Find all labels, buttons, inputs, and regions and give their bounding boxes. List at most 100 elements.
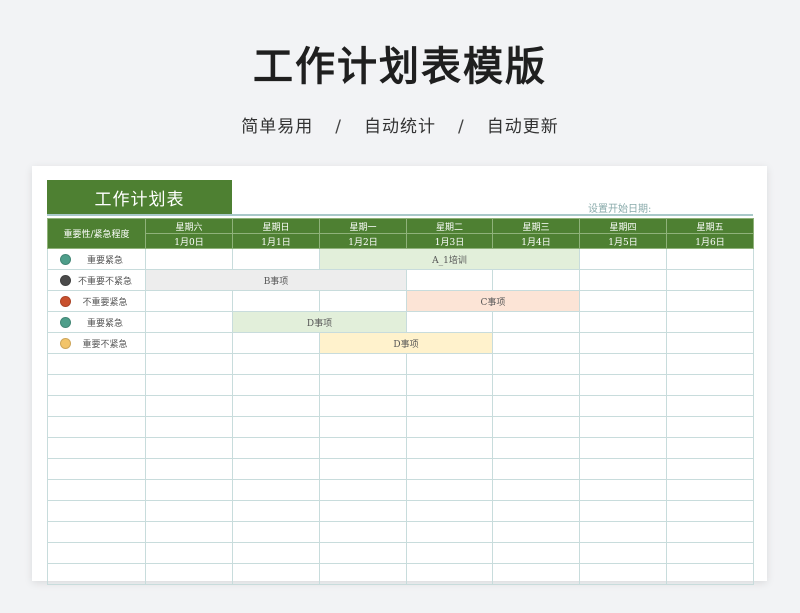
day-cell[interactable] — [666, 500, 754, 522]
day-cell[interactable] — [579, 269, 667, 291]
day-cell[interactable] — [406, 311, 493, 333]
day-cell[interactable] — [666, 437, 754, 459]
day-cell[interactable] — [145, 332, 233, 354]
day-cell[interactable] — [492, 269, 580, 291]
priority-cell[interactable]: 重要紧急 — [47, 311, 146, 333]
day-cell[interactable] — [319, 542, 407, 564]
priority-cell[interactable] — [47, 374, 146, 396]
day-cell[interactable] — [666, 542, 754, 564]
day-cell[interactable] — [145, 395, 233, 417]
day-cell[interactable] — [406, 563, 493, 585]
priority-cell[interactable] — [47, 521, 146, 543]
priority-cell[interactable]: 重要不紧急 — [47, 332, 146, 354]
day-cell[interactable] — [232, 248, 320, 270]
priority-cell[interactable] — [47, 563, 146, 585]
day-cell[interactable] — [319, 500, 407, 522]
priority-cell[interactable] — [47, 353, 146, 375]
priority-cell[interactable] — [47, 395, 146, 417]
day-cell[interactable] — [579, 437, 667, 459]
day-cell[interactable] — [579, 416, 667, 438]
day-cell[interactable] — [579, 458, 667, 480]
day-cell[interactable] — [232, 395, 320, 417]
day-cell[interactable] — [145, 374, 233, 396]
priority-cell[interactable]: 重要紧急 — [47, 248, 146, 270]
priority-cell[interactable]: 不重要紧急 — [47, 290, 146, 312]
day-cell[interactable] — [666, 353, 754, 375]
priority-cell[interactable] — [47, 500, 146, 522]
day-cell[interactable] — [145, 542, 233, 564]
task-bar[interactable]: A_1培训 — [319, 248, 580, 270]
day-cell[interactable] — [406, 542, 493, 564]
day-cell[interactable] — [492, 437, 580, 459]
day-cell[interactable] — [319, 458, 407, 480]
day-cell[interactable] — [579, 374, 667, 396]
task-bar[interactable]: D事项 — [319, 332, 493, 354]
day-cell[interactable] — [319, 479, 407, 501]
priority-cell[interactable] — [47, 416, 146, 438]
day-cell[interactable] — [145, 458, 233, 480]
day-cell[interactable] — [579, 521, 667, 543]
day-cell[interactable] — [666, 269, 754, 291]
priority-cell[interactable] — [47, 479, 146, 501]
day-cell[interactable] — [492, 500, 580, 522]
day-cell[interactable] — [406, 437, 493, 459]
day-cell[interactable] — [319, 395, 407, 417]
day-cell[interactable] — [666, 332, 754, 354]
day-cell[interactable] — [232, 542, 320, 564]
priority-cell[interactable]: 不重要不紧急 — [47, 269, 146, 291]
day-cell[interactable] — [492, 521, 580, 543]
day-cell[interactable] — [145, 437, 233, 459]
day-cell[interactable] — [232, 290, 320, 312]
day-cell[interactable] — [145, 311, 233, 333]
start-date-label[interactable]: 设置开始日期: — [588, 200, 651, 215]
day-cell[interactable] — [406, 479, 493, 501]
day-cell[interactable] — [492, 353, 580, 375]
day-cell[interactable] — [232, 353, 320, 375]
day-cell[interactable] — [232, 437, 320, 459]
day-cell[interactable] — [579, 353, 667, 375]
day-cell[interactable] — [492, 458, 580, 480]
day-cell[interactable] — [579, 290, 667, 312]
day-cell[interactable] — [492, 416, 580, 438]
day-cell[interactable] — [406, 353, 493, 375]
day-cell[interactable] — [145, 248, 233, 270]
task-bar[interactable]: B事项 — [145, 269, 407, 291]
day-cell[interactable] — [145, 563, 233, 585]
day-cell[interactable] — [666, 416, 754, 438]
day-cell[interactable] — [406, 521, 493, 543]
day-cell[interactable] — [232, 332, 320, 354]
day-cell[interactable] — [319, 437, 407, 459]
priority-cell[interactable] — [47, 437, 146, 459]
priority-cell[interactable] — [47, 458, 146, 480]
day-cell[interactable] — [579, 500, 667, 522]
day-cell[interactable] — [579, 542, 667, 564]
priority-cell[interactable] — [47, 542, 146, 564]
day-cell[interactable] — [145, 353, 233, 375]
day-cell[interactable] — [319, 563, 407, 585]
day-cell[interactable] — [232, 563, 320, 585]
day-cell[interactable] — [232, 500, 320, 522]
day-cell[interactable] — [232, 416, 320, 438]
day-cell[interactable] — [232, 458, 320, 480]
day-cell[interactable] — [232, 374, 320, 396]
day-cell[interactable] — [232, 479, 320, 501]
day-cell[interactable] — [406, 416, 493, 438]
day-cell[interactable] — [666, 479, 754, 501]
day-cell[interactable] — [406, 458, 493, 480]
day-cell[interactable] — [145, 479, 233, 501]
task-bar[interactable]: D事项 — [232, 311, 407, 333]
day-cell[interactable] — [145, 521, 233, 543]
day-cell[interactable] — [666, 563, 754, 585]
day-cell[interactable] — [492, 374, 580, 396]
day-cell[interactable] — [492, 311, 580, 333]
day-cell[interactable] — [579, 479, 667, 501]
day-cell[interactable] — [406, 374, 493, 396]
day-cell[interactable] — [579, 248, 667, 270]
day-cell[interactable] — [666, 248, 754, 270]
day-cell[interactable] — [232, 521, 320, 543]
day-cell[interactable] — [579, 395, 667, 417]
day-cell[interactable] — [666, 395, 754, 417]
day-cell[interactable] — [319, 353, 407, 375]
day-cell[interactable] — [319, 521, 407, 543]
day-cell[interactable] — [579, 563, 667, 585]
